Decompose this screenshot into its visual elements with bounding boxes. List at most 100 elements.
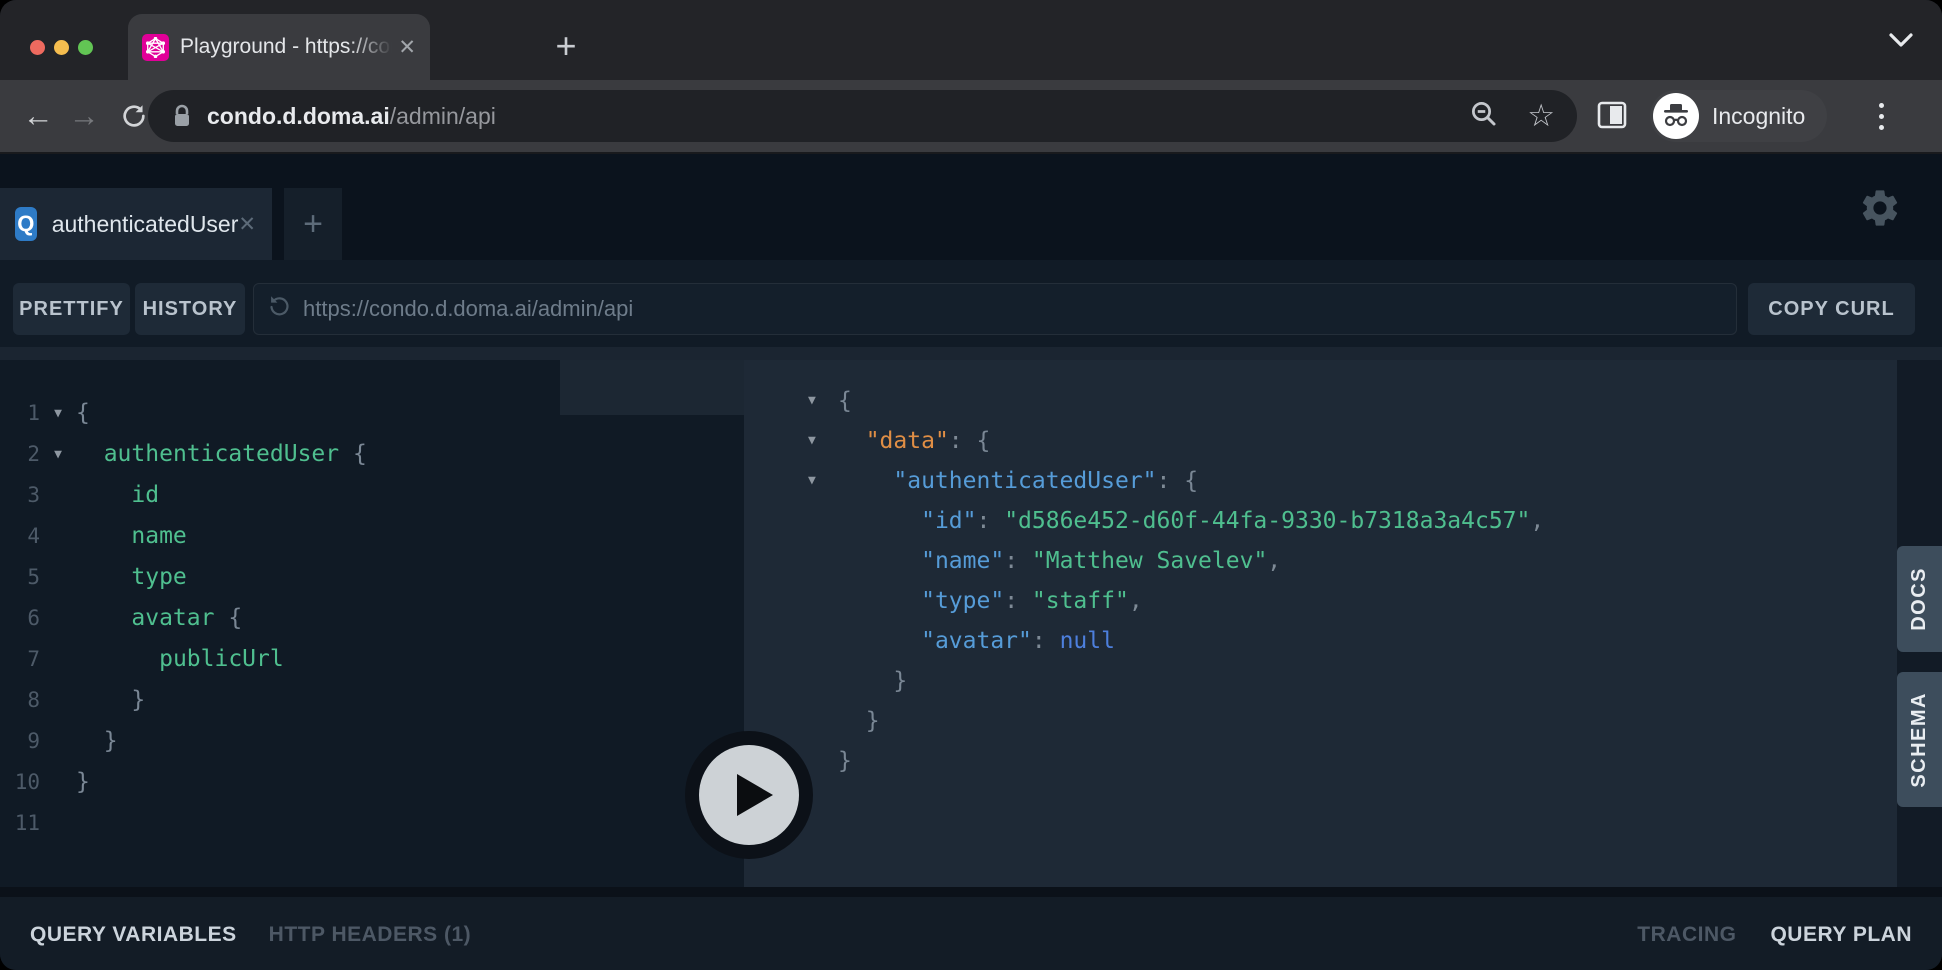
fold-gutter xyxy=(808,501,838,541)
query-badge: Q xyxy=(15,207,37,241)
tab-title: Playground - https://condo.d.do xyxy=(180,35,392,59)
copy-curl-button[interactable]: COPY CURL xyxy=(1748,283,1915,335)
code-line: 3 id xyxy=(0,475,744,516)
maximize-window-button[interactable] xyxy=(78,40,93,55)
query-editor[interactable]: 1▼{2▼ authenticatedUser {3 id4 name5 typ… xyxy=(0,360,744,887)
endpoint-input[interactable]: https://condo.d.doma.ai/admin/api xyxy=(253,283,1737,335)
code-text: "id": "d586e452-d60f-44fa-9330-b7318a3a4… xyxy=(838,501,1544,541)
fold-arrow-icon[interactable]: ▼ xyxy=(40,434,76,475)
incognito-icon xyxy=(1653,93,1699,139)
code-line: 1▼{ xyxy=(0,393,744,434)
prettify-button[interactable]: PRETTIFY xyxy=(13,283,130,335)
line-number: 8 xyxy=(0,680,40,721)
address-bar[interactable]: condo.d.doma.ai/admin/api ☆ xyxy=(148,90,1577,142)
results-pane[interactable]: ▼{▼ "data": {▼ "authenticatedUser": { "i… xyxy=(744,360,1897,887)
restore-endpoint-icon[interactable] xyxy=(267,295,291,324)
fold-gutter xyxy=(40,475,76,516)
fold-arrow-icon[interactable]: ▼ xyxy=(808,381,838,421)
fold-gutter xyxy=(808,661,838,701)
line-number: 11 xyxy=(0,803,40,844)
docs-tab[interactable]: DOCS xyxy=(1897,546,1942,652)
code-line: 2▼ authenticatedUser { xyxy=(0,434,744,475)
code-line: } xyxy=(744,661,1897,701)
code-line: 11 xyxy=(0,803,744,844)
play-icon xyxy=(737,774,773,816)
fold-arrow-icon[interactable]: ▼ xyxy=(808,421,838,461)
window-controls xyxy=(30,40,93,55)
code-text: name xyxy=(76,516,187,557)
code-line: ▼ "authenticatedUser": { xyxy=(744,461,1897,501)
minimize-window-button[interactable] xyxy=(54,40,69,55)
close-window-button[interactable] xyxy=(30,40,45,55)
playground-toolbar: PRETTIFY HISTORY https://condo.d.doma.ai… xyxy=(0,260,1942,347)
tab-close-icon[interactable]: ✕ xyxy=(398,35,416,60)
code-line: 8 } xyxy=(0,680,744,721)
tracing-tab[interactable]: TRACING xyxy=(1637,923,1736,947)
line-number: 1 xyxy=(0,393,40,434)
fold-arrow-icon[interactable]: ▼ xyxy=(40,393,76,434)
url-text: condo.d.doma.ai/admin/api xyxy=(207,103,496,130)
tab-search-chevron-icon[interactable] xyxy=(1888,32,1914,53)
execute-query-button[interactable] xyxy=(685,731,813,859)
line-number: 4 xyxy=(0,516,40,557)
side-panel-icon[interactable] xyxy=(1596,100,1628,135)
history-button[interactable]: HISTORY xyxy=(135,283,245,335)
results-json: ▼{▼ "data": {▼ "authenticatedUser": { "i… xyxy=(744,360,1897,781)
code-text: } xyxy=(838,661,907,701)
code-text: id xyxy=(76,475,159,516)
code-text: "name": "Matthew Savelev", xyxy=(838,541,1281,581)
code-text: } xyxy=(838,701,880,741)
code-line: } xyxy=(744,701,1897,741)
back-button[interactable]: ← xyxy=(16,80,60,152)
fold-gutter xyxy=(40,762,76,803)
line-number: 7 xyxy=(0,639,40,680)
fold-gutter xyxy=(808,581,838,621)
browser-menu-icon[interactable] xyxy=(1866,80,1896,152)
session-close-icon[interactable]: ✕ xyxy=(238,212,256,237)
incognito-label: Incognito xyxy=(1712,103,1805,130)
session-tab-authenticateduser[interactable]: Q authenticatedUser ✕ xyxy=(0,188,272,260)
line-number: 3 xyxy=(0,475,40,516)
graphql-favicon-icon xyxy=(142,34,169,61)
lock-icon[interactable] xyxy=(172,104,192,129)
fold-gutter xyxy=(40,516,76,557)
code-text: } xyxy=(76,762,90,803)
fold-gutter xyxy=(808,741,838,781)
code-line: "avatar": null xyxy=(744,621,1897,661)
toolbar-lower-band xyxy=(0,347,1942,360)
add-session-tab-button[interactable]: + xyxy=(284,188,342,260)
zoom-out-icon[interactable] xyxy=(1469,99,1499,134)
code-line: 7 publicUrl xyxy=(0,639,744,680)
browser-toolbar: ← → condo.d.doma.ai/admin/api ☆ xyxy=(0,80,1942,154)
http-headers-tab[interactable]: HTTP HEADERS (1) xyxy=(269,923,471,947)
code-line: "type": "staff", xyxy=(744,581,1897,621)
fold-gutter xyxy=(40,803,76,844)
fold-gutter xyxy=(808,701,838,741)
graphql-playground: Q authenticatedUser ✕ + PRETTIFY HISTORY… xyxy=(0,154,1942,970)
fold-gutter xyxy=(808,541,838,581)
code-line: 10} xyxy=(0,762,744,803)
new-tab-button[interactable]: + xyxy=(546,26,586,66)
bookmark-star-icon[interactable]: ☆ xyxy=(1527,98,1555,134)
code-line: 4 name xyxy=(0,516,744,557)
forward-button[interactable]: → xyxy=(62,80,106,152)
query-plan-tab[interactable]: QUERY PLAN xyxy=(1770,923,1912,947)
fold-arrow-icon[interactable]: ▼ xyxy=(808,461,838,501)
browser-tab[interactable]: Playground - https://condo.d.do ✕ xyxy=(128,14,430,80)
fold-gutter xyxy=(808,621,838,661)
line-number: 10 xyxy=(0,762,40,803)
code-line: "id": "d586e452-d60f-44fa-9330-b7318a3a4… xyxy=(744,501,1897,541)
code-text: } xyxy=(76,721,118,762)
query-variables-tab[interactable]: QUERY VARIABLES xyxy=(30,923,237,947)
code-text: { xyxy=(76,393,90,434)
settings-gear-icon[interactable] xyxy=(1858,186,1902,235)
code-text: "type": "staff", xyxy=(838,581,1143,621)
code-text: "data": { xyxy=(838,421,990,461)
incognito-badge: Incognito xyxy=(1650,90,1827,142)
code-text: type xyxy=(76,557,187,598)
code-line: 6 avatar { xyxy=(0,598,744,639)
code-text: avatar { xyxy=(76,598,242,639)
schema-tab[interactable]: SCHEMA xyxy=(1897,672,1942,807)
query-code: 1▼{2▼ authenticatedUser {3 id4 name5 typ… xyxy=(0,360,744,844)
fold-gutter xyxy=(40,680,76,721)
